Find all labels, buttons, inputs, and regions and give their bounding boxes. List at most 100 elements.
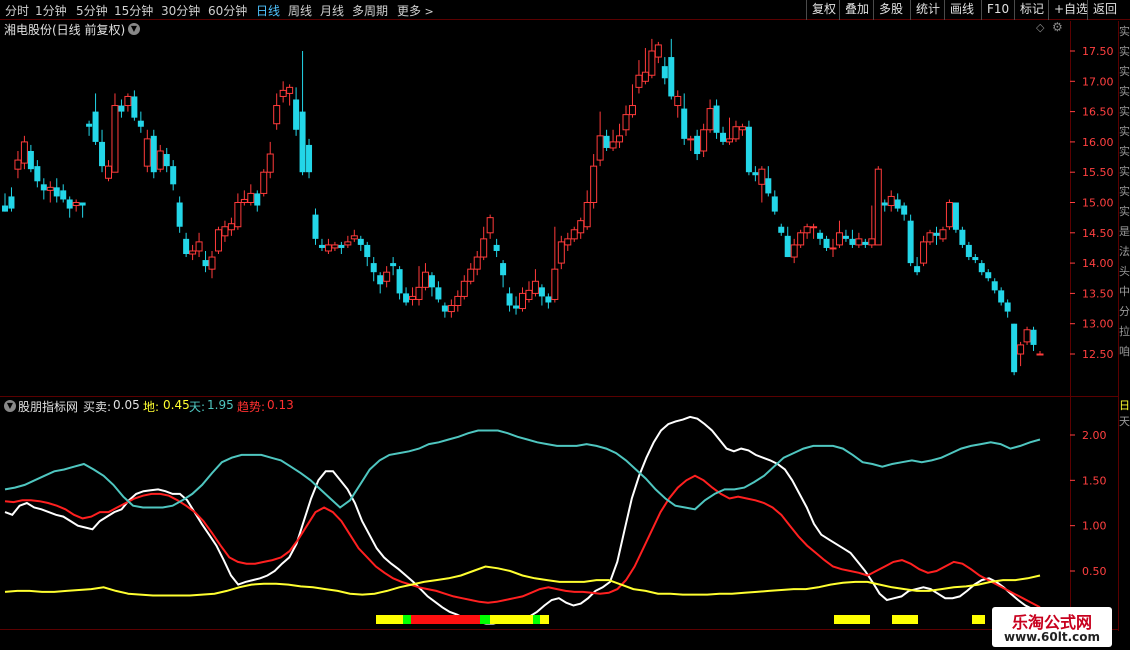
- candle-body-up: [700, 129, 708, 152]
- candle-body-down: [370, 263, 377, 273]
- candle-body-up: [519, 292, 526, 310]
- candle-body-up: [926, 232, 934, 243]
- candle-body-down: [428, 275, 435, 288]
- side-strip-char: 实: [1119, 45, 1130, 58]
- candle-body-down: [720, 132, 727, 142]
- candle-body-up: [195, 241, 203, 252]
- signal-bar-green: [403, 615, 411, 624]
- candle-body-up: [1023, 329, 1031, 343]
- candle-body-down: [8, 196, 15, 209]
- candle-body-down: [991, 281, 998, 291]
- side-strip-char: 实: [1119, 125, 1130, 138]
- candle-body-up: [525, 289, 533, 300]
- indicator-line-cyan: [4, 429, 1041, 511]
- side-strip-day: 日: [1119, 399, 1130, 412]
- candle-body-down: [170, 166, 177, 185]
- candle-body-down: [603, 135, 610, 148]
- candle-body-down: [137, 120, 144, 127]
- buy-sell-label: 买卖:: [83, 400, 112, 414]
- candle-body-down: [752, 172, 759, 176]
- candle-body-down: [933, 232, 940, 236]
- candle-body-up: [829, 247, 837, 250]
- candle-body-up: [227, 223, 235, 231]
- candle-body-down: [312, 214, 319, 239]
- candle-body-down: [163, 154, 170, 167]
- candle-body-down: [513, 305, 520, 309]
- side-strip-char: 实: [1119, 85, 1130, 98]
- side-strip-char: 实: [1119, 65, 1130, 78]
- signal-bar-yellow: [540, 615, 549, 624]
- price-tick-label: 15.00: [1082, 197, 1114, 210]
- candle-body-up: [247, 192, 255, 204]
- price-tick-label: 15.50: [1082, 166, 1114, 179]
- candle-body-down: [435, 287, 442, 300]
- candle-body-down: [254, 193, 261, 206]
- candle-body-up: [1036, 353, 1044, 356]
- candle-body-up: [20, 141, 28, 164]
- candle-body-up: [939, 229, 947, 240]
- candle-body-down: [2, 205, 8, 212]
- candle-body-down: [150, 135, 157, 173]
- candle-body-down: [403, 293, 410, 303]
- candle-body-up: [797, 232, 805, 246]
- watermark-url: www.60lt.com: [1003, 630, 1101, 644]
- candle-body-up: [46, 186, 54, 191]
- candle-body-down: [79, 202, 86, 206]
- right-side-strip[interactable]: 实实实实实实实实实实是法头中分拉咱 日 天: [1118, 21, 1130, 631]
- candle-body-down: [661, 66, 668, 79]
- signal-bar-yellow: [972, 615, 985, 624]
- price-tick-label: 17.00: [1082, 75, 1114, 88]
- candle-body-up: [105, 165, 112, 179]
- candle-body-down: [493, 244, 500, 251]
- side-strip-char: 是: [1119, 225, 1130, 238]
- candle-body-down: [1030, 329, 1037, 345]
- di-value: 0.45: [163, 398, 190, 412]
- candle-body-down: [27, 150, 34, 170]
- candle-body-up: [156, 150, 164, 170]
- candle-body-up: [945, 202, 953, 228]
- signal-bar-yellow: [490, 615, 533, 624]
- side-strip-char: 实: [1119, 105, 1130, 118]
- candle-body-up: [810, 226, 818, 229]
- candle-body-down: [545, 296, 552, 303]
- candle-body-down: [131, 96, 138, 118]
- candle-body-down: [92, 111, 99, 142]
- candle-body-down: [377, 275, 384, 285]
- signal-bar-yellow: [376, 615, 403, 624]
- candle-body-down: [338, 244, 345, 248]
- candle-body-down: [390, 263, 397, 267]
- candle-body-up: [260, 171, 268, 194]
- candle-body-down: [364, 244, 371, 258]
- indicator-line-white: [4, 415, 1041, 625]
- candle-body-up: [732, 126, 740, 140]
- candle-body-down: [500, 263, 507, 276]
- candle-body-down: [99, 141, 106, 167]
- indicator-tick-label: 0.50: [1082, 565, 1107, 578]
- candle-body-down: [894, 199, 901, 209]
- price-tick-label: 12.50: [1082, 348, 1114, 361]
- candle-body-up: [577, 220, 585, 234]
- candle-body-up: [454, 295, 462, 307]
- candle-body-up: [641, 71, 649, 82]
- candle-body-down: [357, 238, 364, 245]
- candle-body-down: [713, 105, 720, 133]
- price-tick-label: 13.00: [1082, 318, 1114, 331]
- candle-body-up: [467, 268, 475, 282]
- price-tick-label: 16.00: [1082, 136, 1114, 149]
- candle-body-up: [758, 168, 766, 185]
- candle-body-up: [409, 295, 417, 300]
- candle-body-up: [350, 235, 358, 240]
- indicator-line-red: [4, 474, 1041, 609]
- signal-bar-red: [411, 615, 480, 624]
- candle-body-down: [183, 238, 190, 255]
- candle-body-up: [273, 105, 281, 125]
- indicator-tick-label: 1.50: [1082, 474, 1107, 487]
- candle-body-down: [823, 238, 830, 248]
- candle-body-up: [616, 135, 624, 143]
- candle-body-down: [60, 190, 67, 200]
- chevron-down-icon[interactable]: ▼: [4, 400, 16, 412]
- candle-body-down: [306, 144, 313, 173]
- side-strip-char: 实: [1119, 185, 1130, 198]
- candle-body-down: [396, 269, 403, 294]
- side-strip-char: 头: [1119, 265, 1130, 278]
